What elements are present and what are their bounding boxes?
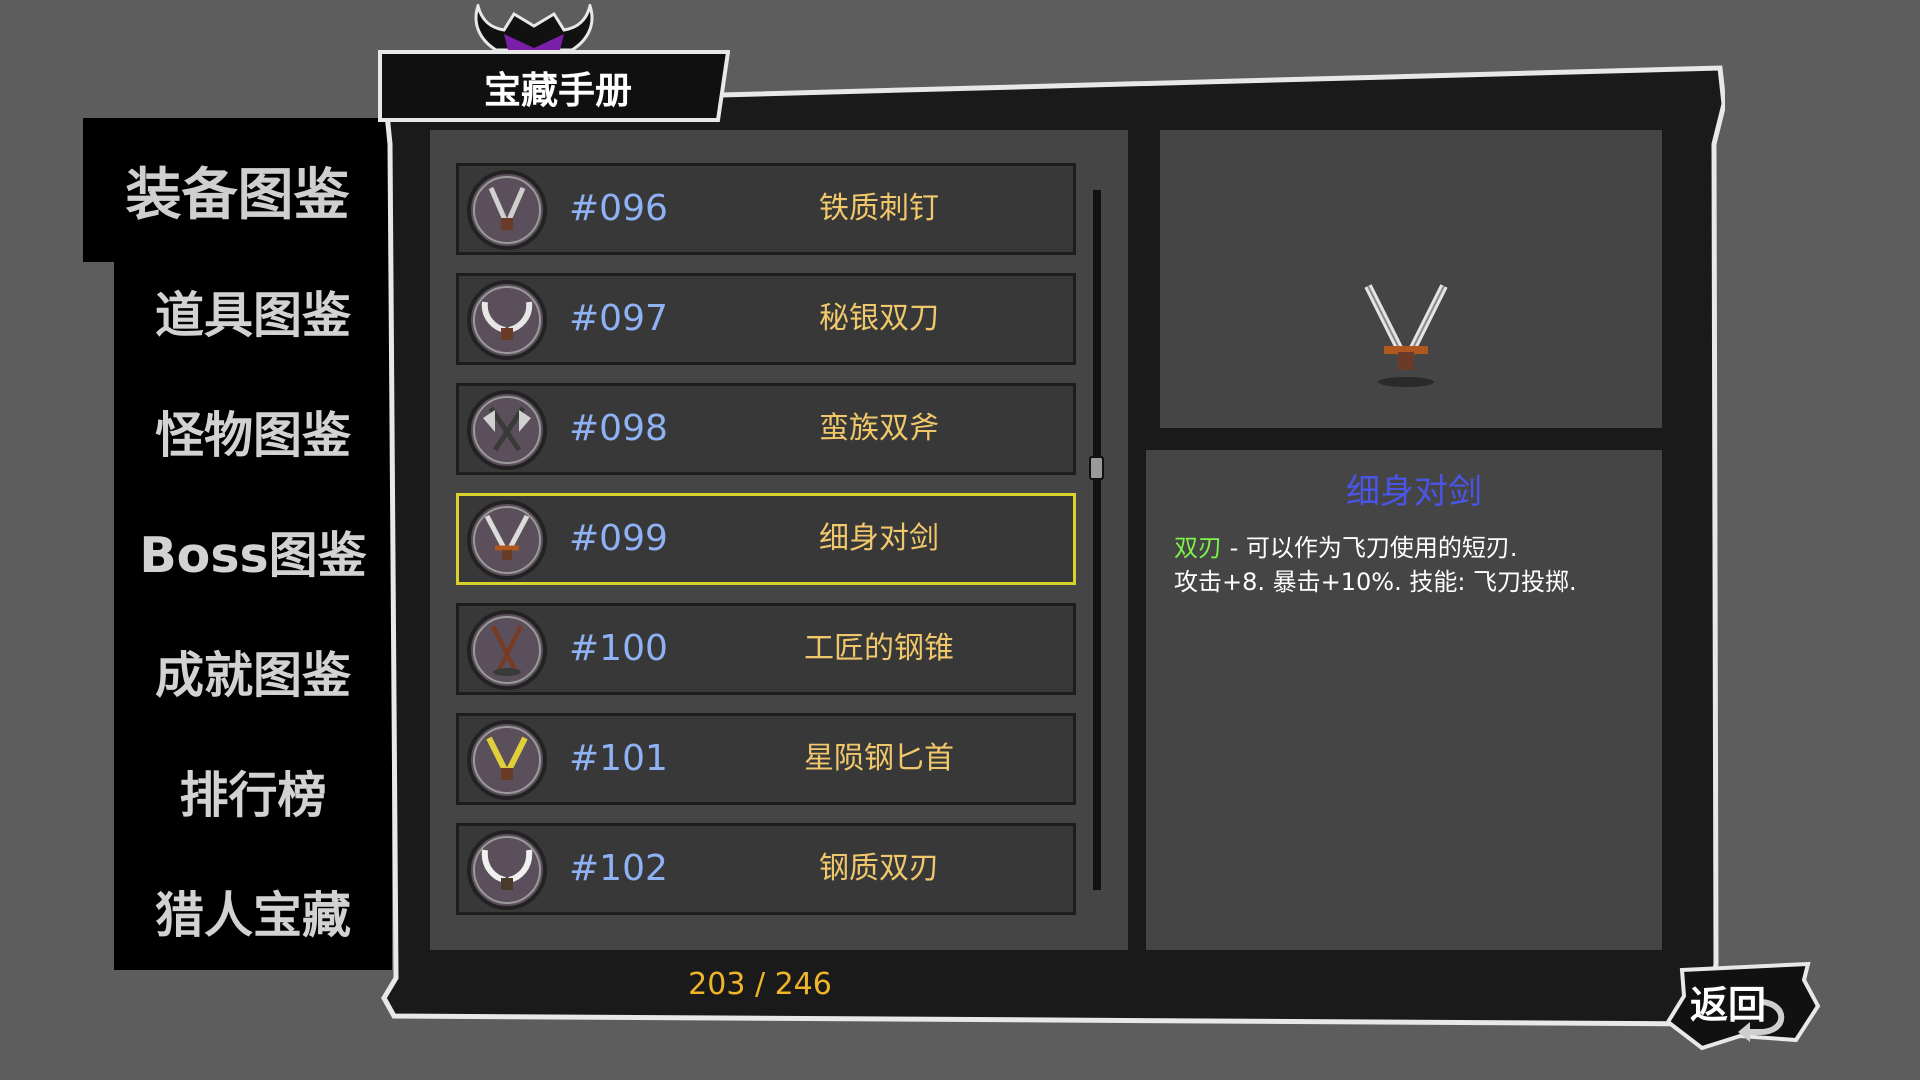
description-line-1: 双刃 - 可以作为飞刀使用的短刃.: [1174, 528, 1518, 563]
menu-item-hunter-treasure[interactable]: 猎人宝藏: [114, 852, 392, 970]
item-id: #098: [569, 408, 668, 449]
slender-twin-swords-icon: [467, 500, 547, 580]
meteor-steel-dagger-icon: [467, 720, 547, 800]
list-item[interactable]: #101 星陨钢匕首: [456, 713, 1076, 805]
iron-spike-icon: [467, 170, 547, 250]
detail-title: 细身对剑: [1346, 472, 1482, 512]
menu-item-items[interactable]: 道具图鉴: [114, 252, 392, 370]
mithril-twin-blades-icon: [467, 280, 547, 360]
item-name: 工匠的钢锥: [804, 631, 954, 666]
item-name: 星陨钢匕首: [804, 741, 954, 776]
item-description-panel: [1146, 450, 1662, 950]
list-item[interactable]: #100 工匠的钢锥: [456, 603, 1076, 695]
list-item[interactable]: #098 蛮族双斧: [456, 383, 1076, 475]
steel-twin-edges-icon: [467, 830, 547, 910]
item-name: 铁质刺钉: [819, 191, 939, 226]
menu-item-monsters[interactable]: 怪物图鉴: [114, 372, 392, 490]
item-id: #096: [569, 188, 668, 229]
item-id: #099: [569, 518, 668, 559]
description-line-2: 攻击+8. 暴击+10%. 技能: 飞刀投掷.: [1174, 568, 1577, 596]
menu-item-achievements[interactable]: 成就图鉴: [114, 612, 392, 730]
item-id: #100: [569, 628, 668, 669]
list-item[interactable]: #096 铁质刺钉: [456, 163, 1076, 255]
menu-item-equipment[interactable]: 装备图鉴: [83, 118, 392, 262]
page-title: 宝藏手册: [484, 68, 632, 112]
item-id: #102: [569, 848, 668, 889]
description-text: - 可以作为飞刀使用的短刃.: [1222, 534, 1518, 562]
menu-item-boss[interactable]: Boss图鉴: [114, 492, 392, 610]
barbarian-twin-axes-icon: [467, 390, 547, 470]
list-item[interactable]: #097 秘银双刀: [456, 273, 1076, 365]
title-tab: 宝藏手册: [378, 50, 730, 123]
item-name: 蛮族双斧: [819, 411, 939, 446]
collection-counter: 203 / 246: [688, 967, 832, 1002]
slender-twin-swords-icon: [1364, 284, 1448, 387]
item-name: 秘银双刀: [819, 301, 939, 336]
item-name: 细身对剑: [819, 521, 939, 556]
scrollbar-thumb[interactable]: [1089, 456, 1104, 480]
item-id: #101: [569, 738, 668, 779]
back-button[interactable]: 返回: [1662, 960, 1822, 1056]
menu-item-leaderboard[interactable]: 排行榜: [114, 732, 392, 850]
weapon-type-tag: 双刃: [1174, 534, 1222, 562]
back-button-label: 返回: [1690, 983, 1767, 1027]
list-item[interactable]: #099 细身对剑: [456, 493, 1076, 585]
list-scrollbar[interactable]: [1093, 190, 1101, 890]
craftsman-steel-awl-icon: [467, 610, 547, 690]
list-item[interactable]: #102 钢质双刃: [456, 823, 1076, 915]
item-name: 钢质双刃: [819, 851, 939, 886]
item-id: #097: [569, 298, 668, 339]
